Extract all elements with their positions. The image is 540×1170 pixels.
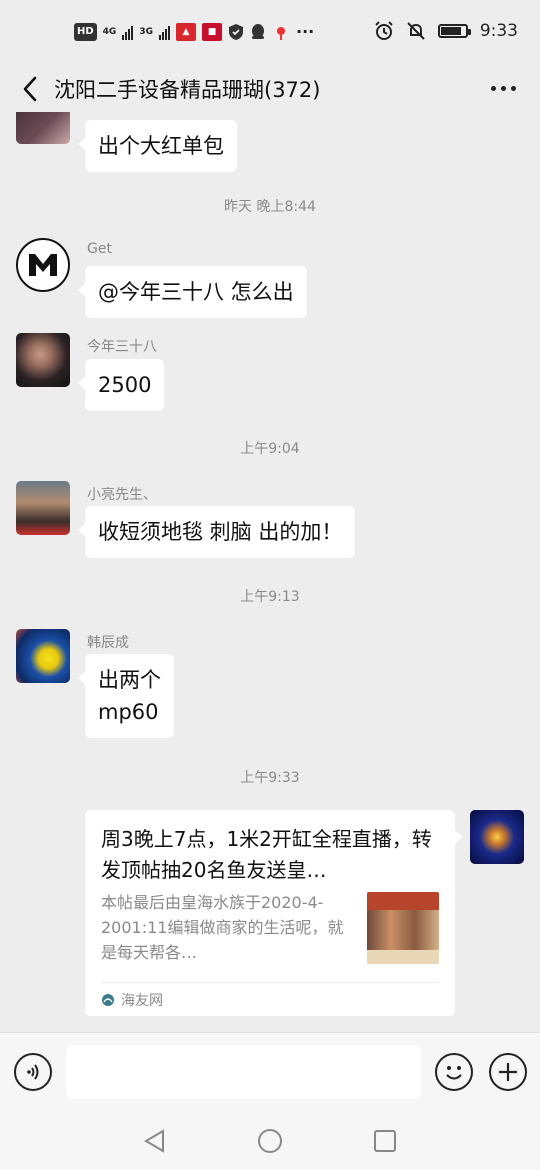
link-card-source: 海友网 [101, 982, 439, 1009]
status-right-icons: 9:33 [374, 21, 518, 41]
voice-button[interactable] [14, 1053, 52, 1091]
more-button[interactable] [491, 78, 516, 98]
emoji-button[interactable] [435, 1053, 473, 1091]
link-card-description: 本帖最后由皇海水族于2020-4-2001:11编辑做商家的生活呢，就是每天帮各… [101, 893, 344, 962]
avatar[interactable] [16, 112, 70, 144]
message-bubble[interactable]: 2500 [77, 359, 165, 411]
app-notification-icon-2: ■ [201, 22, 222, 41]
more-dots-icon [491, 85, 496, 91]
timestamp: 上午9:33 [240, 770, 300, 786]
message-bubble[interactable]: @今年三十八 怎么出 [78, 266, 307, 318]
chat-header: 沈阳二手设备精品珊瑚(372) [0, 66, 540, 112]
plus-button[interactable] [489, 1053, 527, 1091]
signal-icon-2 [158, 24, 170, 40]
voice-icon [27, 1064, 39, 1080]
battery-icon [437, 24, 471, 38]
message-input[interactable] [66, 1045, 421, 1099]
alarm-icon [375, 21, 393, 40]
avatar[interactable] [16, 629, 70, 683]
nav-home-button[interactable] [255, 1126, 285, 1156]
source-name: 海友网 [121, 992, 163, 1009]
plus-icon [499, 1063, 517, 1081]
message-list[interactable]: 出个大红单包 昨天 晚上8:44 Get @今年三十八 怎么出 今年三十八 25… [0, 112, 540, 1032]
nav-recents-button[interactable] [370, 1126, 400, 1156]
nav-home-icon [258, 1129, 282, 1153]
qq-icon [251, 23, 264, 39]
nav-back-icon [144, 1129, 164, 1153]
avatar[interactable] [16, 481, 70, 535]
message-text: 出个大红单包 [98, 134, 224, 158]
system-nav-bar [0, 1110, 540, 1170]
brand-logo-icon [29, 254, 57, 276]
timestamp: 上午9:04 [240, 441, 300, 457]
input-bar [0, 1032, 540, 1110]
link-card-title: 周3晚上7点，1米2开缸全程直播，转发顶帖抽20名鱼友送皇… [101, 827, 432, 882]
message-text: 收短须地毯 刺脑 出的加！ [98, 520, 343, 544]
status-bar: HD 4G 3G ▲ ■ ··· 9:33 [0, 0, 540, 66]
shield-icon [228, 23, 243, 40]
net1-label: 4G [102, 26, 117, 37]
back-arrow-icon [23, 76, 37, 102]
timestamp: 昨天 晚上8:44 [224, 199, 316, 215]
signal-icon [122, 24, 134, 40]
message-text-line: mp60 [98, 700, 159, 724]
site-logo-icon [102, 993, 114, 1006]
emoji-icon [446, 1066, 462, 1080]
more-status-icon: ··· [295, 22, 315, 41]
link-card[interactable]: 周3晚上7点，1米2开缸全程直播，转发顶帖抽20名鱼友送皇… 本帖最后由皇海水族… [85, 810, 463, 1016]
nav-back-button[interactable] [140, 1126, 170, 1156]
link-card-thumbnail [367, 892, 439, 964]
message-text-line: 出两个 [98, 668, 161, 692]
message-bubble[interactable]: 收短须地毯 刺脑 出的加！ [77, 506, 356, 558]
location-app-icon [272, 23, 289, 40]
net2-label: 3G [139, 26, 153, 37]
avatar[interactable] [16, 333, 70, 387]
chat-title: 沈阳二手设备精品珊瑚(372) [54, 78, 321, 102]
timestamp: 上午9:13 [240, 589, 300, 605]
message-text: @今年三十八 怎么出 [98, 280, 294, 304]
message-bubble[interactable]: 出两个 mp60 [78, 654, 174, 738]
hd-badge: HD [74, 22, 97, 41]
sender-name: 韩辰成 [87, 635, 129, 651]
back-button[interactable] [16, 74, 44, 104]
status-left-icons: HD 4G 3G ▲ ■ ··· [74, 22, 314, 41]
avatar[interactable] [16, 238, 70, 292]
mute-bell-icon [407, 22, 425, 40]
nav-recents-icon [374, 1130, 396, 1152]
app-notification-icon: ▲ [175, 22, 196, 41]
status-time: 9:33 [479, 21, 518, 41]
sender-name: Get [87, 241, 112, 257]
message-text: 2500 [98, 373, 152, 397]
sender-name: 今年三十八 [87, 339, 157, 355]
my-avatar[interactable] [470, 810, 524, 864]
message-bubble[interactable]: 出个大红单包 [78, 120, 237, 172]
sender-name: 小亮先生、 [87, 487, 157, 503]
